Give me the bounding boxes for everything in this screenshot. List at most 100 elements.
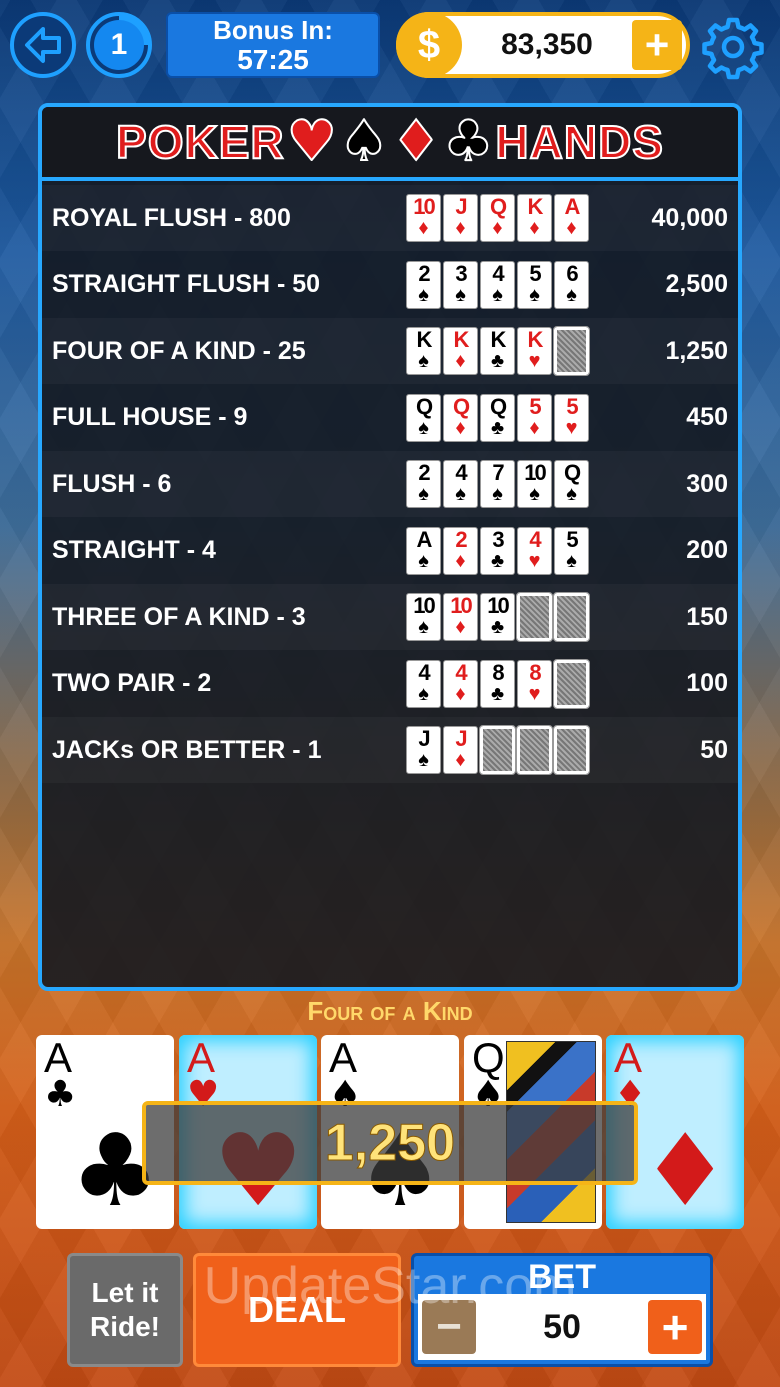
- card-suit-icon: ♦: [529, 416, 540, 439]
- back-button[interactable]: [10, 12, 76, 78]
- paytable-row: TWO PAIR - 2 4 ♠ 4 ♦ 8 ♣ 8 ♥ 100: [42, 651, 738, 717]
- card-rank: 8: [492, 659, 504, 685]
- heart-icon: ♥: [286, 109, 338, 174]
- mini-card: 8 ♥: [517, 659, 552, 708]
- mini-card: 10 ♠: [517, 460, 552, 508]
- card-suit-icon: ♠: [529, 283, 540, 306]
- card-rank: 4: [455, 659, 467, 685]
- card-suit-icon: ♦: [455, 350, 466, 372]
- add-coins-button[interactable]: +: [632, 20, 682, 70]
- card-rank: K: [527, 194, 544, 219]
- club-icon: ♣: [442, 109, 494, 174]
- bonus-label: Bonus In:: [213, 15, 333, 45]
- payout-value: 150: [686, 602, 728, 631]
- win-amount: 1,250: [142, 1101, 638, 1185]
- card-rank: 10: [524, 460, 547, 485]
- card-suit-icon: ♥: [565, 416, 578, 439]
- card-suit-icon: ♠: [566, 283, 577, 306]
- mini-card: Q ♠: [406, 393, 441, 442]
- card-rank: 10: [413, 593, 436, 618]
- mini-card: 5 ♥: [554, 393, 589, 442]
- card-rank: A: [187, 1035, 216, 1081]
- mini-card: K ♣: [480, 327, 515, 375]
- card-back: [553, 592, 590, 642]
- bonus-time: 57:25: [237, 44, 309, 75]
- hand-name: JACKs OR BETTER - 1: [52, 735, 322, 764]
- card-suit-icon: ♦: [455, 217, 466, 239]
- card-rank: A: [416, 526, 433, 552]
- mini-card: 10 ♠: [406, 593, 441, 641]
- back-arrow-icon: [25, 27, 61, 63]
- card-suit-icon: ♣: [490, 549, 505, 572]
- card-suit-icon: ♥: [528, 350, 541, 372]
- paytable-panel: POKER ♥ ♠ ♦ ♣ HANDS ROYAL FLUSH - 800 10 ♦…: [38, 103, 742, 991]
- card-rank: 2: [455, 526, 467, 552]
- card-rank: 5: [529, 260, 541, 286]
- deal-button[interactable]: DEAL: [193, 1253, 401, 1367]
- mini-card: 2 ♠: [406, 260, 441, 309]
- example-hand: A ♠ 2 ♦ 3 ♣ 4 ♥ 5 ♠: [406, 526, 589, 575]
- paytable-row: STRAIGHT FLUSH - 50 2 ♠ 3 ♠ 4 ♠ 5 ♠ 6 ♠ 2,500: [42, 252, 738, 318]
- diamond-icon: ♦: [390, 109, 442, 174]
- card-suit-icon: ♠: [418, 283, 429, 306]
- example-hand: K ♠ K ♦ K ♣ K ♥: [406, 326, 590, 376]
- mini-card: 6 ♠: [554, 260, 589, 309]
- card-suit-icon: ♦: [529, 217, 540, 239]
- card-rank: 4: [455, 460, 467, 485]
- card-suit-icon: ♦: [455, 682, 466, 705]
- paytable-row: JACKs OR BETTER - 1 J ♠ J ♦ 50: [42, 717, 738, 783]
- card-suit-icon: ♠: [492, 283, 503, 306]
- card-back: [516, 592, 553, 642]
- payout-value: 100: [686, 669, 728, 697]
- card-suit-icon: ♣: [490, 350, 505, 372]
- card-suit-icon: ♠: [418, 682, 429, 705]
- card-rank: Q: [415, 393, 433, 419]
- mini-card: 2 ♠: [406, 460, 441, 508]
- card-suit-icon: ♠: [455, 483, 466, 505]
- bet-label: BET: [528, 1258, 596, 1296]
- mini-card: 8 ♣: [480, 659, 515, 708]
- card-suit-icon: ♣: [490, 682, 505, 705]
- payout-value: 300: [686, 469, 728, 498]
- paytable-row: FLUSH - 6 2 ♠ 4 ♠ 7 ♠ 10 ♠ Q ♠ 300: [42, 451, 738, 517]
- card-back: [553, 326, 590, 376]
- result-hand-label: Four of a Kind: [307, 996, 473, 1026]
- card-rank: K: [416, 327, 433, 352]
- payout-value: 2,500: [665, 270, 728, 298]
- paytable-title-right: HANDS: [494, 115, 664, 169]
- payout-value: 1,250: [665, 336, 728, 365]
- card-rank: 5: [566, 393, 578, 419]
- payout-value: 40,000: [651, 203, 728, 232]
- card-rank: 6: [566, 260, 578, 286]
- mini-card: 5 ♠: [517, 260, 552, 309]
- card-rank: A: [614, 1035, 643, 1081]
- card-rank: 3: [455, 260, 467, 286]
- hand-name: STRAIGHT - 4: [52, 536, 216, 564]
- mini-card: 2 ♦: [443, 526, 478, 575]
- bet-increase-button[interactable]: +: [648, 1300, 702, 1354]
- example-hand: 2 ♠ 4 ♠ 7 ♠ 10 ♠ Q ♠: [406, 460, 589, 508]
- card-rank: J: [455, 194, 467, 219]
- card-suit-icon: ♠: [455, 283, 466, 306]
- card-rank: 10: [413, 194, 436, 219]
- card-rank: 5: [529, 393, 541, 419]
- coin-amount: 83,350: [501, 28, 593, 61]
- card-suit-icon: ♠: [418, 749, 429, 771]
- let-it-ride-button[interactable]: Let it Ride!: [67, 1253, 183, 1367]
- card-rank: K: [453, 327, 470, 352]
- card-rank: 4: [492, 260, 504, 286]
- mini-card: 5 ♠: [554, 526, 589, 575]
- mini-card: K ♦: [517, 194, 552, 242]
- card-rank: Q: [472, 1035, 505, 1081]
- bet-decrease-button[interactable]: −: [422, 1300, 476, 1354]
- mini-card: 4 ♦: [443, 659, 478, 708]
- paytable-row: FULL HOUSE - 9 Q ♠ Q ♦ Q ♣ 5 ♦ 5 ♥ 450: [42, 385, 738, 451]
- card-rank: 5: [566, 526, 578, 552]
- bet-stepper: − 50 +: [418, 1294, 706, 1360]
- mini-card: 4 ♠: [480, 260, 515, 309]
- card-suit-icon: ♠: [418, 616, 429, 638]
- hand-name: THREE OF A KIND - 3: [52, 602, 306, 631]
- settings-button[interactable]: [700, 14, 766, 80]
- gear-icon: [702, 17, 764, 80]
- card-rank: A: [44, 1035, 73, 1081]
